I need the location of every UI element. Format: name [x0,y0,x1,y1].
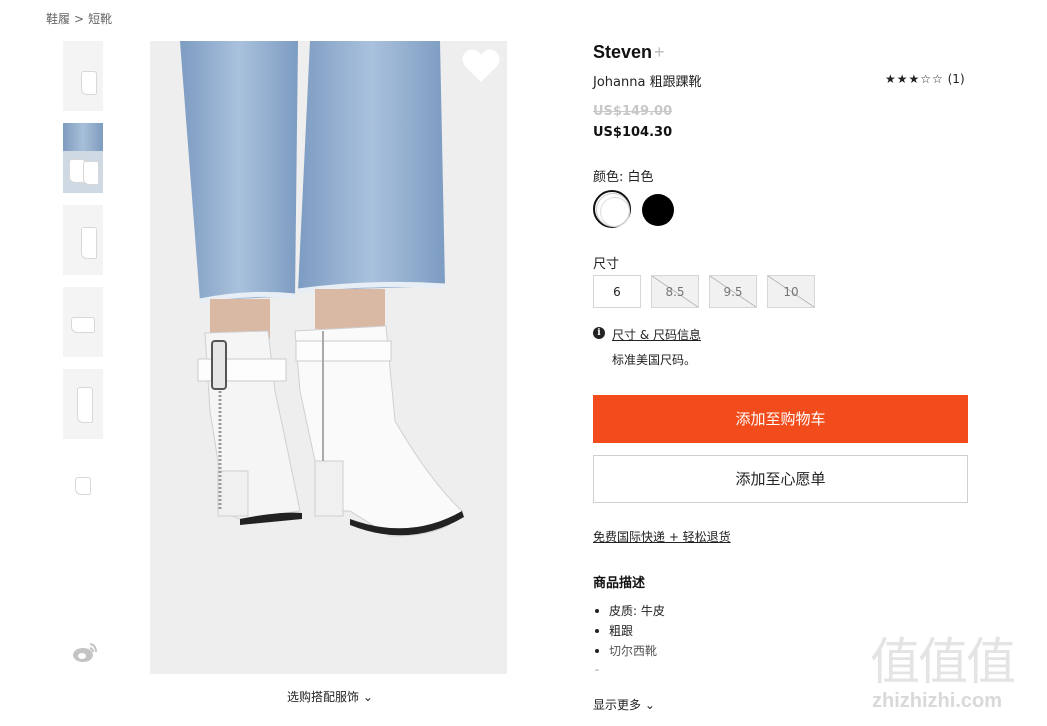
product-rating[interactable]: ★★★☆☆ (1) [885,72,965,86]
size-note: 标准美国尺码。 [612,353,697,367]
rating-stars: ★★★☆☆ [885,72,944,86]
brand-plus-icon[interactable]: + [654,42,665,62]
thumbnail-1[interactable] [63,41,103,111]
description-title: 商品描述 [593,576,646,591]
size-label: 尺寸 [593,257,620,272]
description-item: 皮质: 牛皮 [593,601,665,621]
size-option-10[interactable]: 10 [767,275,815,308]
show-more-label: 显示更多 [593,698,642,712]
info-icon: i [593,327,605,339]
color-label: 颜色: 白色 [593,170,654,185]
breadcrumb-separator: > [74,12,85,26]
watermark-url: zhizhizhi.com [872,690,1002,712]
shop-matching-outfit-link[interactable]: 选购搭配服饰 ⌄ [287,688,373,705]
size-info-link[interactable]: 尺寸 & 尺码信息 [612,326,701,343]
rating-count: (1) [947,72,965,86]
color-swatch-black[interactable] [642,194,674,226]
chevron-down-icon: ⌄ [644,698,655,712]
add-to-cart-button[interactable]: 添加至购物车 [593,395,968,443]
thumbnail-2[interactable] [63,123,103,193]
size-option-9-5[interactable]: 9.5 [709,275,757,308]
size-option-6[interactable]: 6 [593,275,641,308]
sale-price: US$104.30 [593,125,673,140]
show-more-link[interactable]: 显示更多 ⌄ [593,696,655,713]
description-item: 切尔西靴 [593,641,665,661]
thumbnail-3[interactable] [63,205,103,275]
description-item: ... [593,661,665,671]
breadcrumb-ankle-boots[interactable]: 短靴 [88,12,112,26]
description-item: 粗跟 [593,621,665,641]
brand-label: Steven [593,42,653,62]
thumbnail-4[interactable] [63,287,103,357]
original-price: US$149.00 [593,104,673,119]
watermark-logo: 值值值 [870,633,1016,691]
favorite-heart-icon[interactable] [462,48,500,84]
thumbnail-5[interactable] [63,369,103,439]
description-list: 皮质: 牛皮 粗跟 切尔西靴 ... [593,601,665,671]
thumbnail-6[interactable] [63,451,103,521]
main-product-image[interactable] [150,41,507,674]
size-option-8-5[interactable]: 8.5 [651,275,699,308]
color-swatch-white[interactable] [596,193,630,227]
add-to-wishlist-button[interactable]: 添加至心愿单 [593,455,968,503]
product-name: Johanna 粗跟踝靴 [593,75,702,90]
breadcrumb: 鞋履 > 短靴 [46,10,116,27]
breadcrumb-shoes[interactable]: 鞋履 [46,12,70,26]
free-shipping-link[interactable]: 免费国际快递 + 轻松退货 [593,528,731,545]
shop-matching-outfit-label: 选购搭配服饰 [287,690,360,704]
weibo-share-icon[interactable] [72,642,98,664]
chevron-down-icon: ⌄ [362,690,373,704]
brand-name[interactable]: Steven + [593,42,665,63]
